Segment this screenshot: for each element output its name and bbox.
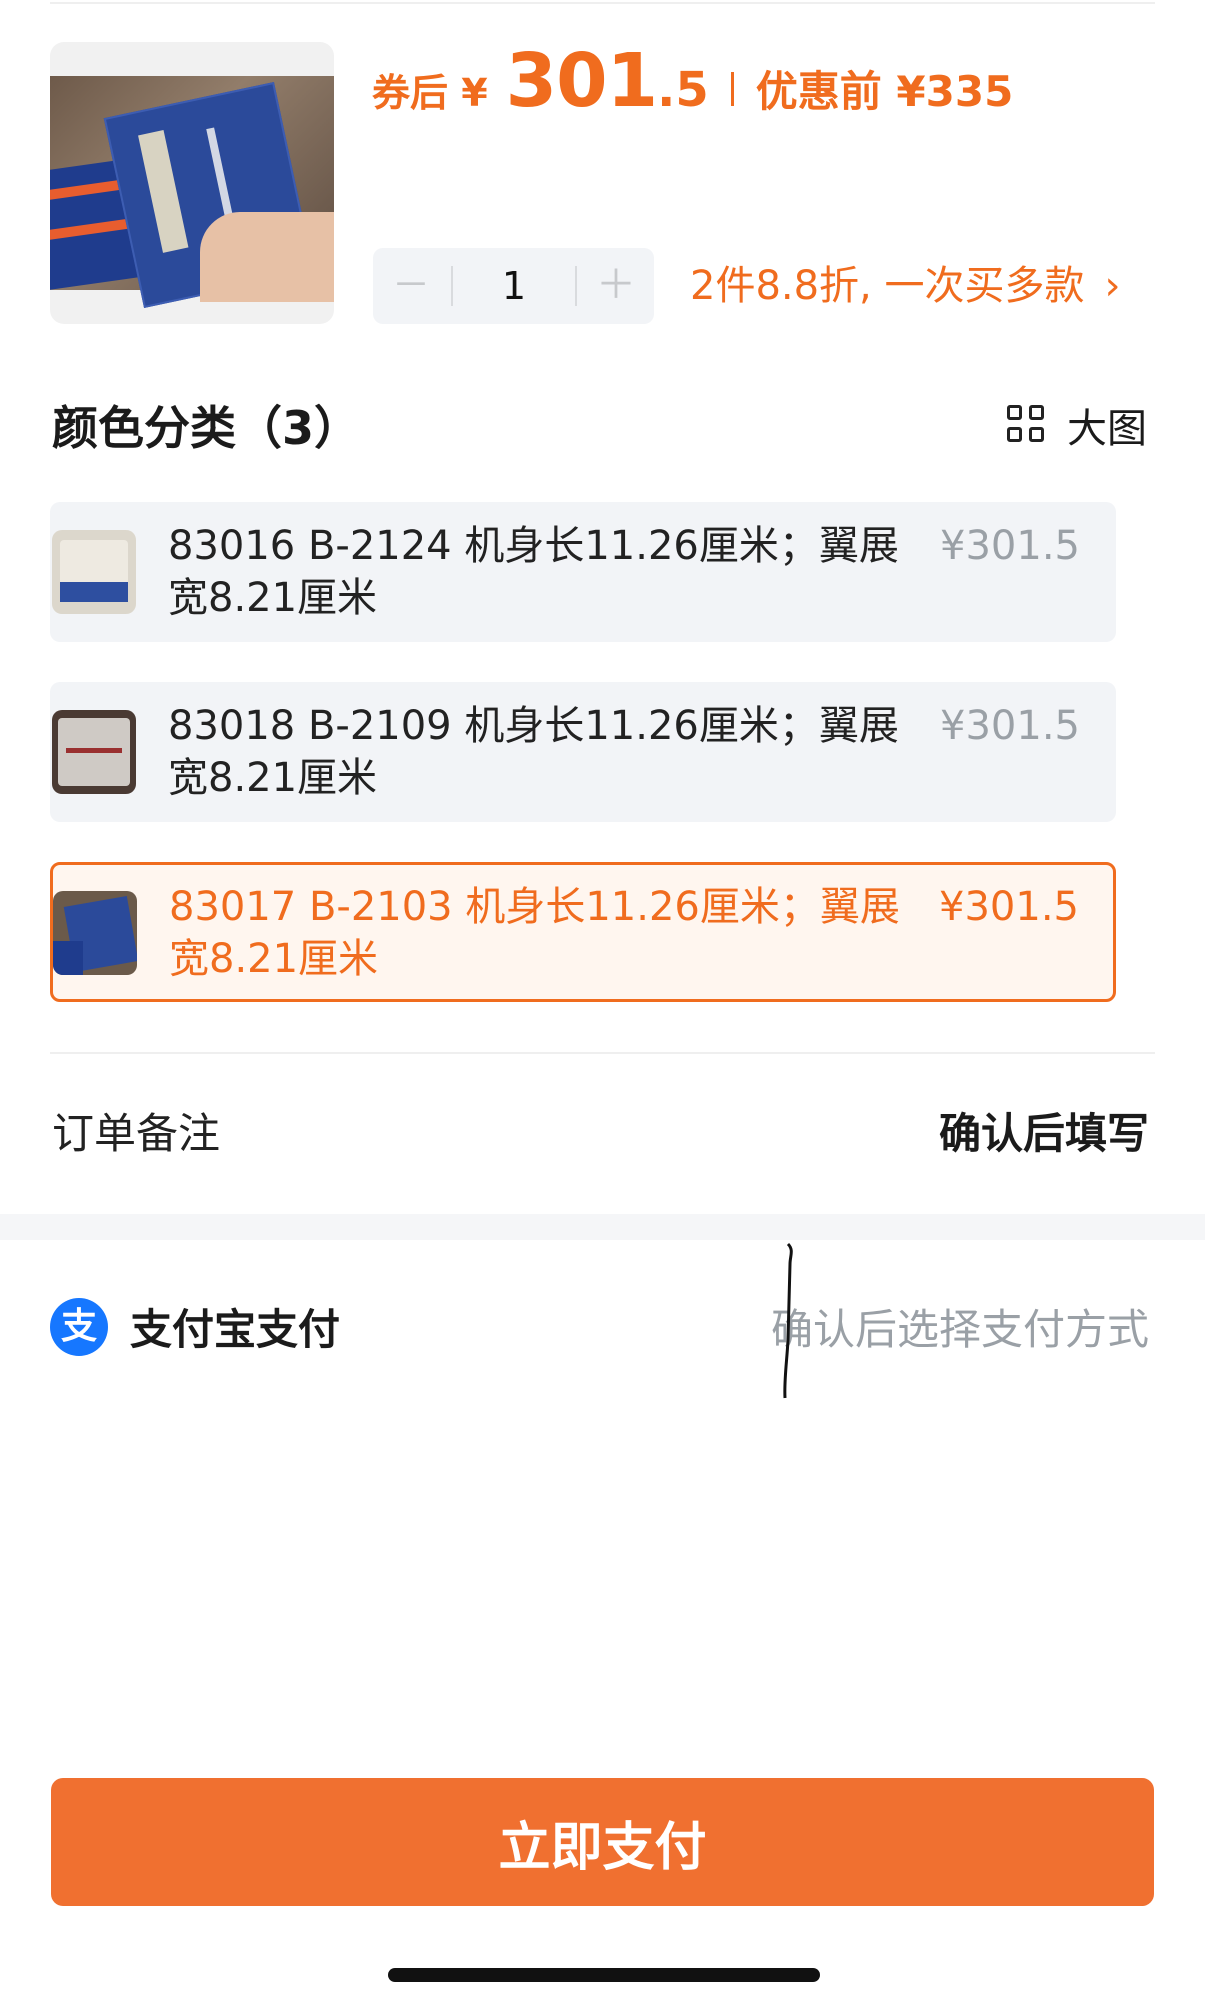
promo-text: 2件8.8折, 一次买多款 xyxy=(690,263,1085,309)
payment-method-selector[interactable]: 确认后选择支付方式 xyxy=(771,1296,1149,1357)
big-view-label: 大图 xyxy=(1067,406,1147,452)
option-thumbnail xyxy=(52,530,136,614)
option-label: 83018 B-2109 机身长11.26厘米；翼展宽8.21厘米 xyxy=(168,703,899,801)
option-item[interactable]: 83018 B-2109 机身长11.26厘米；翼展宽8.21厘米 ¥301.5 xyxy=(50,682,1116,822)
option-label: 83016 B-2124 机身长11.26厘米；翼展宽8.21厘米 xyxy=(168,523,899,621)
plus-icon[interactable]: ＋ xyxy=(578,248,654,324)
text-cursor-mark xyxy=(783,1242,793,1399)
price-separator xyxy=(730,72,734,106)
grid-icon xyxy=(1007,405,1047,445)
option-price: ¥301.5 xyxy=(939,884,1079,930)
chevron-right-icon: › xyxy=(1104,263,1121,309)
product-image[interactable] xyxy=(50,42,334,324)
order-notes-label: 订单备注 xyxy=(52,1109,221,1158)
option-label: 83017 B-2103 机身长11.26厘米；翼展宽8.21厘米 xyxy=(169,884,900,982)
section-gap xyxy=(0,1214,1205,1240)
option-price: ¥301.5 xyxy=(940,703,1080,749)
pay-now-button[interactable]: 立即支付 xyxy=(51,1778,1154,1906)
section-divider xyxy=(50,1052,1155,1054)
coupon-price-label: 券后 ¥ xyxy=(372,71,488,115)
option-item-selected[interactable]: 83017 B-2103 机身长11.26厘米；翼展宽8.21厘米 ¥301.5 xyxy=(50,862,1116,1002)
quantity-value[interactable]: 1 xyxy=(453,248,575,324)
minus-icon[interactable]: － xyxy=(373,248,449,324)
price-integer: 301 xyxy=(505,38,658,124)
alipay-icon: 支 xyxy=(50,1298,108,1356)
option-price: ¥301.5 xyxy=(940,523,1080,569)
option-item[interactable]: 83016 B-2124 机身长11.26厘米；翼展宽8.21厘米 ¥301.5 xyxy=(50,502,1116,642)
option-thumbnail xyxy=(52,710,136,794)
order-notes-field[interactable]: 确认后填写 xyxy=(939,1100,1149,1161)
option-thumbnail xyxy=(53,891,137,975)
color-category-title: 颜色分类（3） xyxy=(52,401,361,455)
price-row: 券后 ¥ 301 .5 优惠前 ¥335 xyxy=(372,38,1014,124)
original-price: 优惠前 ¥335 xyxy=(755,67,1014,116)
alipay-label: 支付宝支付 xyxy=(130,1305,341,1354)
multi-buy-promo-link[interactable]: 2件8.8折, 一次买多款 › xyxy=(690,256,1121,316)
home-indicator xyxy=(388,1968,820,1982)
top-divider xyxy=(50,2,1155,4)
big-view-toggle[interactable]: 大图 xyxy=(1007,396,1147,454)
price-decimal: .5 xyxy=(657,62,709,118)
quantity-stepper: － 1 ＋ xyxy=(373,248,654,324)
